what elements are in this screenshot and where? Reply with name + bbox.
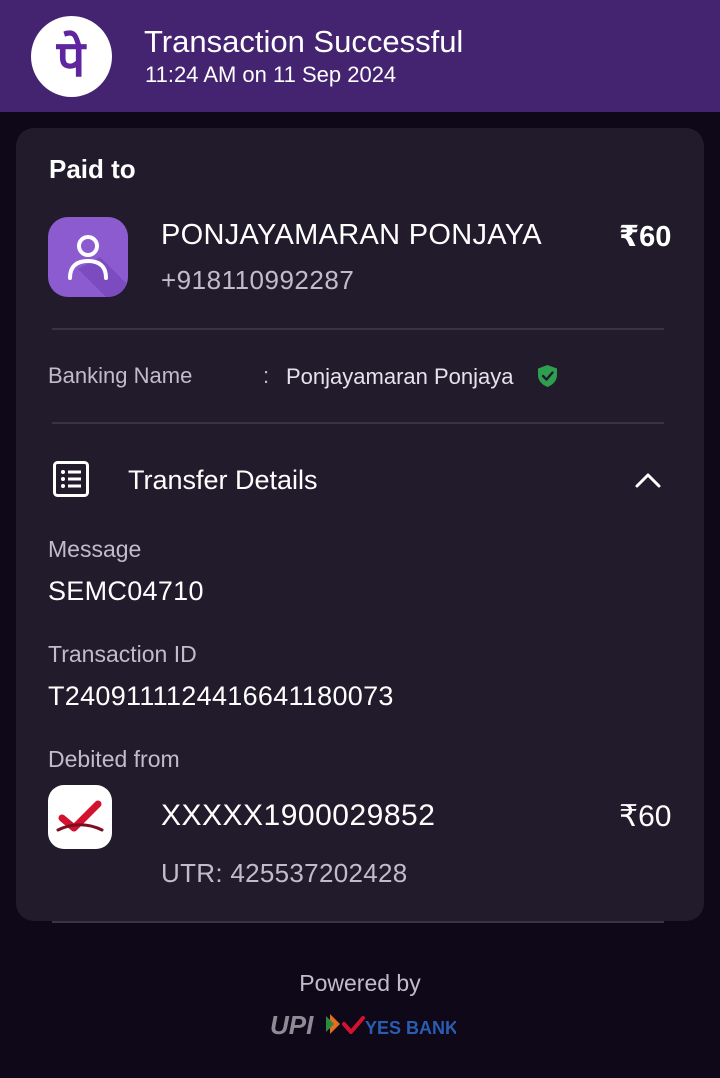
upi-logo-text: UPI [270, 1010, 314, 1040]
transaction-details-card: Paid to PONJAYAMARAN PONJAYA +9181109922… [16, 128, 704, 921]
phonepe-logo-icon: पे [31, 16, 112, 97]
transaction-id-label: Transaction ID [48, 641, 197, 667]
person-icon [48, 217, 128, 297]
yes-bank-logo-text: YES BANK [365, 1018, 456, 1038]
header-bar: पे Transaction Successful 11:24 AM on 11… [0, 0, 720, 112]
verified-shield-icon [538, 365, 557, 392]
banking-name-separator: : [263, 363, 270, 388]
divider [52, 921, 664, 923]
transaction-timestamp: 11:24 AM on 11 Sep 2024 [145, 62, 397, 87]
debit-amount: ₹60 [619, 800, 672, 833]
banking-name-value: Ponjayamaran Ponjaya [286, 364, 514, 389]
debited-from-label: Debited from [48, 746, 180, 772]
banking-name-label: Banking Name [48, 363, 193, 388]
payee-phone: +918110992287 [161, 265, 355, 295]
payee-name: PONJAYAMARAN PONJAYA [161, 219, 542, 251]
utr-number: UTR: 425537202428 [161, 858, 408, 888]
divider [52, 328, 664, 330]
paid-to-label: Paid to [49, 154, 136, 184]
upi-yesbank-logos: UPI YES BANK [268, 1010, 458, 1047]
message-label: Message [48, 536, 142, 562]
transaction-id-value: T2409111124416641180073 [48, 681, 394, 711]
chevron-up-icon[interactable] [634, 466, 662, 499]
transaction-status-title: Transaction Successful [144, 24, 464, 59]
debit-account-number: XXXXX1900029852 [161, 799, 436, 832]
svg-text:पे: पे [56, 30, 87, 88]
transfer-details-title[interactable]: Transfer Details [128, 465, 318, 496]
divider [52, 422, 664, 424]
powered-by-label: Powered by [299, 970, 421, 996]
payee-amount: ₹60 [619, 221, 672, 253]
list-icon [53, 461, 89, 502]
indian-bank-logo-icon [48, 785, 112, 849]
message-value: SEMC04710 [48, 576, 204, 606]
